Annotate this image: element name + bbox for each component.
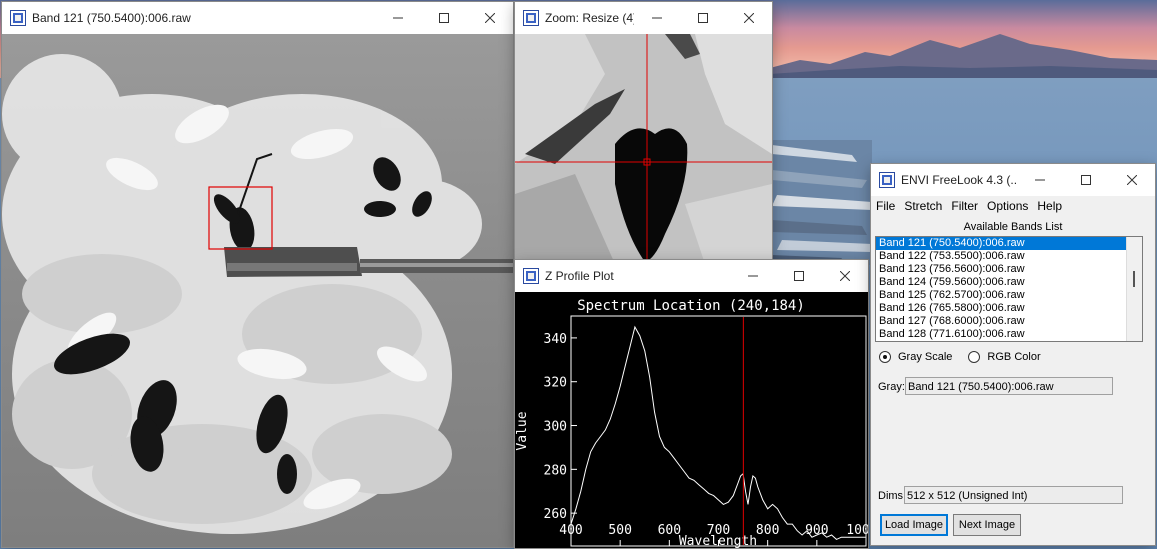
x-tick-label: 700	[707, 523, 730, 538]
band-image-window[interactable]: Band 121 (750.5400):006.raw	[2, 2, 513, 547]
rgb-color-radio[interactable]	[968, 351, 981, 363]
mode-radio-group: Gray Scale RGB Color	[879, 351, 1041, 363]
maximize-icon	[698, 13, 708, 23]
band-list-item[interactable]: Band 125 (762.5700):006.raw	[876, 289, 1142, 302]
y-tick-label: 300	[544, 420, 567, 435]
wallpaper-driftwood	[772, 140, 872, 265]
minimize-icon	[1035, 179, 1045, 181]
maximize-icon	[794, 271, 804, 281]
gray-label: Gray:	[878, 381, 905, 393]
band-list-item[interactable]: Band 121 (750.5400):006.raw	[876, 237, 1142, 250]
maximize-button[interactable]	[421, 2, 467, 34]
minimize-icon	[652, 17, 662, 19]
zoom-canvas[interactable]	[515, 34, 772, 264]
y-axis-label: Value	[515, 411, 530, 450]
y-tick-label: 280	[544, 463, 567, 478]
band-list-item[interactable]: Band 122 (753.5500):006.raw	[876, 250, 1142, 263]
band-list-item[interactable]: Band 124 (759.5600):006.raw	[876, 276, 1142, 289]
y-tick-label: 260	[544, 507, 567, 522]
rgb-color-label[interactable]: RGB Color	[987, 351, 1040, 363]
band-list-item[interactable]: Band 127 (768.6000):006.raw	[876, 315, 1142, 328]
bands-list-label: Available Bands List	[963, 221, 1063, 233]
envi-app-icon	[10, 10, 26, 26]
gray-scale-radio[interactable]	[879, 351, 891, 363]
bands-list-scrollbar[interactable]	[1126, 237, 1142, 341]
envi-menubar: File Stretch Filter Options Help	[871, 196, 1155, 216]
zoom-window-titlebar[interactable]: Zoom: Resize (4)	[515, 2, 772, 34]
zprofile-window[interactable]: Z Profile Plot Spectrum Location (240,18…	[515, 260, 868, 548]
close-icon	[1127, 175, 1137, 185]
band-list-item[interactable]: Band 128 (771.6100):006.raw	[876, 328, 1142, 341]
zoom-window-title: Zoom: Resize (4)	[545, 11, 634, 25]
minimize-icon	[393, 17, 403, 19]
dims-label: Dims	[878, 490, 904, 502]
zprofile-plot-area[interactable]: Spectrum Location (240,184) Value Wavele…	[515, 292, 868, 548]
x-tick-label: 400	[559, 523, 582, 538]
envi-window-title: ENVI FreeLook 4.3 (...	[901, 173, 1017, 187]
load-image-button[interactable]: Load Image	[880, 514, 948, 536]
envi-app-icon	[523, 10, 539, 26]
minimize-button[interactable]	[375, 2, 421, 34]
close-button[interactable]	[822, 260, 868, 292]
gray-scale-label[interactable]: Gray Scale	[898, 351, 952, 363]
band-window-titlebar[interactable]: Band 121 (750.5400):006.raw	[2, 2, 513, 34]
y-tick-label: 340	[544, 332, 567, 347]
menu-filter[interactable]: Filter	[946, 196, 978, 216]
menu-file[interactable]: File	[871, 196, 895, 216]
band-list-item[interactable]: Band 126 (765.5800):006.raw	[876, 302, 1142, 315]
zoom-window[interactable]: Zoom: Resize (4)	[515, 2, 772, 264]
minimize-icon	[748, 275, 758, 277]
wallpaper-mountains	[770, 34, 1157, 80]
close-button[interactable]	[726, 2, 772, 34]
close-icon	[840, 271, 850, 281]
maximize-button[interactable]	[776, 260, 822, 292]
band-image-canvas[interactable]	[2, 34, 513, 547]
x-tick-label: 600	[658, 523, 681, 538]
minimize-button[interactable]	[1017, 164, 1063, 196]
x-tick-label: 500	[608, 523, 631, 538]
envi-freelook-window[interactable]: ENVI FreeLook 4.3 (... File Stretch Filt…	[871, 164, 1155, 545]
maximize-button[interactable]	[680, 2, 726, 34]
scrollbar-thumb[interactable]	[1133, 271, 1135, 287]
bands-listbox[interactable]: Band 121 (750.5400):006.raw Band 122 (75…	[875, 236, 1143, 342]
close-icon	[744, 13, 754, 23]
close-icon	[485, 13, 495, 23]
band-grayscale-image[interactable]	[2, 34, 513, 547]
maximize-icon	[439, 13, 449, 23]
close-button[interactable]	[1109, 164, 1155, 196]
zprofile-window-titlebar[interactable]: Z Profile Plot	[515, 260, 868, 292]
x-tick-label: 800	[756, 523, 779, 538]
envi-app-icon	[523, 268, 539, 284]
y-tick-label: 320	[544, 376, 567, 391]
zoomed-image	[515, 34, 772, 264]
band-list-item[interactable]: Band 123 (756.5600):006.raw	[876, 263, 1142, 276]
dims-field: 512 x 512 (Unsigned Int)	[904, 486, 1123, 504]
gray-band-field[interactable]: Band 121 (750.5400):006.raw	[905, 377, 1113, 395]
minimize-button[interactable]	[634, 2, 680, 34]
zprofile-window-title: Z Profile Plot	[545, 269, 614, 283]
envi-window-titlebar[interactable]: ENVI FreeLook 4.3 (...	[871, 164, 1155, 196]
menu-help[interactable]: Help	[1032, 196, 1062, 216]
x-tick-label: 100	[846, 523, 868, 538]
spectrum-chart[interactable]: Spectrum Location (240,184) Value Wavele…	[515, 292, 868, 548]
next-image-button[interactable]: Next Image	[953, 514, 1021, 536]
chart-title: Spectrum Location (240,184)	[577, 298, 805, 314]
maximize-icon	[1081, 175, 1091, 185]
maximize-button[interactable]	[1063, 164, 1109, 196]
minimize-button[interactable]	[730, 260, 776, 292]
envi-app-icon	[879, 172, 895, 188]
band-window-title: Band 121 (750.5400):006.raw	[32, 11, 191, 25]
close-button[interactable]	[467, 2, 513, 34]
menu-options[interactable]: Options	[982, 196, 1028, 216]
menu-stretch[interactable]: Stretch	[899, 196, 942, 216]
radio-selected-dot	[883, 355, 887, 359]
